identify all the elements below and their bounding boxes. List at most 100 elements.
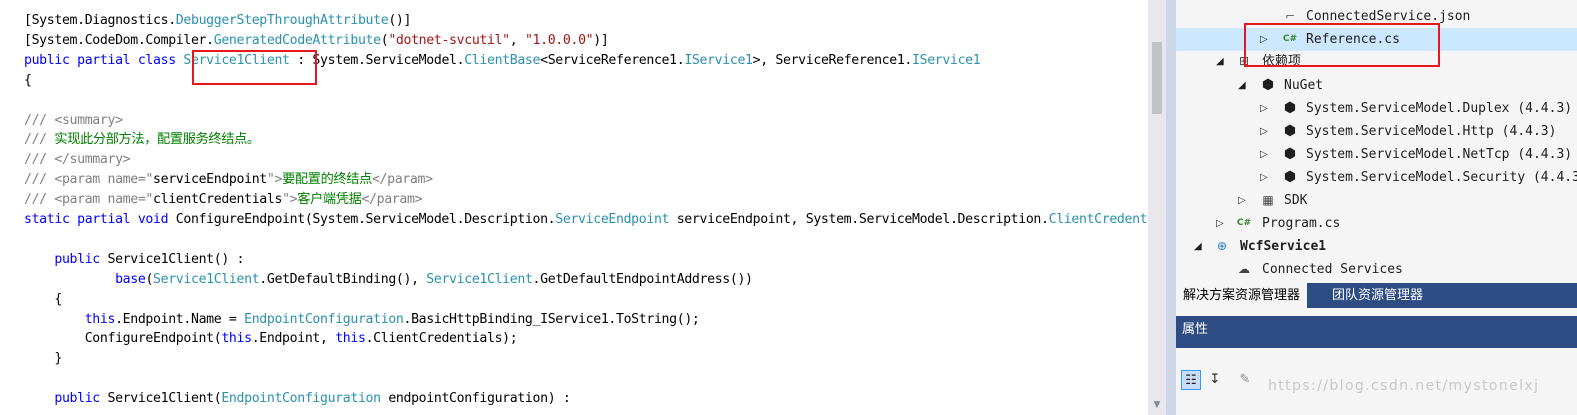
collapsed-arrow-icon[interactable]: ▷ [1260, 143, 1268, 166]
code-token: IService1 [912, 52, 981, 68]
code-token: ClientBase [464, 52, 541, 68]
collapsed-arrow-icon[interactable]: ▷ [1260, 166, 1268, 189]
code-token: EndpointConfiguration [244, 311, 404, 327]
expanded-arrow-icon[interactable]: ◢ [1194, 235, 1202, 258]
code-token: 实现此分部方法，配置服务终结点。 [54, 132, 260, 148]
tree-item[interactable]: ▷ ⬢ System.ServiceModel.Duplex (4.4.3) [1176, 97, 1577, 120]
nuget-package-icon: ⬢ [1283, 146, 1297, 162]
code-token: this [335, 331, 366, 347]
code-token: IService1 [684, 52, 753, 68]
scroll-down-arrow-icon[interactable]: ▼ [1150, 398, 1164, 412]
tab-team-explorer[interactable]: 团队资源管理器 [1325, 283, 1430, 308]
code-token: public partial class [24, 52, 184, 68]
editor-scroll-thumb[interactable] [1152, 42, 1162, 114]
code-token: ( [145, 271, 154, 287]
code-token: serviceEndpoint, System.ServiceModel.Des… [669, 212, 1049, 227]
code-token: .Endpoint, [251, 331, 336, 347]
code-token: Service1Client( [107, 391, 222, 407]
code-token: /// <param name=" [24, 192, 154, 208]
code-token: static partial void [24, 212, 176, 227]
tree-item-label: System.ServiceModel.Http (4.4.3) [1306, 124, 1557, 139]
code-token: EndpointConfiguration [221, 391, 381, 407]
code-token: { [24, 72, 32, 88]
tree-item-label: System.ServiceModel.Duplex (4.4.3) [1306, 101, 1573, 116]
code-line: public Service1Client() : [24, 250, 244, 270]
nuget-package-icon: ⬢ [1283, 123, 1297, 139]
code-token: base [115, 271, 146, 287]
code-token: , [509, 32, 525, 48]
code-line: [System.Diagnostics.DebuggerStepThroughA… [24, 11, 411, 31]
explorer-tab-strip: 解决方案资源管理器 团队资源管理器 [1176, 283, 1577, 308]
collapsed-arrow-icon[interactable]: ▷ [1260, 97, 1268, 120]
code-line: /// <param name="serviceEndpoint">要配置的终结… [24, 170, 433, 190]
tree-item[interactable]: ☁ Connected Services [1176, 258, 1577, 281]
nuget-package-icon: ⬢ [1283, 100, 1297, 116]
code-line: /// 实现此分部方法，配置服务终结点。 [24, 130, 260, 150]
nuget-package-icon: ⬢ [1283, 169, 1297, 185]
tree-item-label: System.ServiceModel.NetTcp (4.4.3) [1306, 147, 1573, 162]
alphabetical-sort-icon[interactable]: ↧ [1205, 370, 1225, 390]
tree-item-label: NuGet [1284, 78, 1324, 93]
tree-item-label: WcfService1 [1240, 239, 1327, 254]
code-token: System.Diagnostics. [31, 13, 177, 28]
code-token: "> [266, 172, 283, 188]
code-token: } [24, 351, 62, 367]
code-line: static partial void ConfigureEndpoint(Sy… [24, 210, 1148, 230]
code-token: Service1Client [153, 271, 260, 287]
code-token: public [54, 391, 108, 407]
code-token: .ClientCredentials); [365, 331, 518, 347]
tree-item[interactable]: ▷ ▦ SDK [1176, 189, 1577, 212]
collapsed-arrow-icon[interactable]: ▷ [1216, 212, 1224, 235]
tree-item[interactable]: ▷ ⬢ System.ServiceModel.Security (4.4.3) [1176, 166, 1577, 189]
tree-item[interactable]: ▷ ⬢ System.ServiceModel.NetTcp (4.4.3) [1176, 143, 1577, 166]
expanded-arrow-icon[interactable]: ◢ [1238, 74, 1246, 97]
tree-item[interactable]: ▷ ⬢ System.ServiceModel.Http (4.4.3) [1176, 120, 1577, 143]
tab-solution-explorer[interactable]: 解决方案资源管理器 [1176, 283, 1308, 308]
json-file-icon: ⌐ [1284, 9, 1296, 23]
code-token: <ServiceReference1. [540, 52, 685, 68]
code-token: endpointConfiguration) : [380, 391, 571, 407]
code-line: { [24, 71, 32, 91]
tree-item[interactable]: ◢ ⊕ WcfService1 [1176, 235, 1577, 258]
code-token: "dotnet-svcutil" [388, 32, 510, 48]
tree-item[interactable]: ▷ C# Program.cs [1176, 212, 1577, 235]
code-line: base(Service1Client.GetDefaultBinding(),… [24, 270, 753, 290]
code-token: /// <param name=" [24, 172, 154, 188]
tree-item-label: Connected Services [1262, 262, 1403, 277]
code-token: Service1Client [426, 271, 533, 287]
watermark-text: https://blog.csdn.net/mystonelxj [1268, 378, 1540, 394]
code-editor[interactable]: [System.Diagnostics.DebuggerStepThroughA… [0, 0, 1148, 415]
code-line: public Service1Client(EndpointConfigurat… [24, 389, 570, 409]
code-token: .BasicHttpBinding_IService1.ToString(); [403, 311, 700, 327]
code-token: .GetDefaultBinding(), [259, 271, 427, 287]
code-token: /// <summary> [24, 112, 123, 128]
properties-panel: 属性 ☷ ↧ ✎ [1176, 308, 1577, 415]
code-token: 要配置的终结点 [282, 172, 372, 188]
tree-item-label: System.ServiceModel.Security (4.4.3) [1306, 170, 1577, 185]
code-token: public [54, 251, 108, 267]
panel-splitter[interactable] [1166, 0, 1176, 415]
code-token: this [221, 331, 252, 347]
web-project-icon: ⊕ [1216, 239, 1228, 253]
code-line: public partial class Service1Client : Sy… [24, 51, 981, 71]
code-token: [System.CodeDom.Compiler. [24, 32, 214, 48]
tree-item[interactable]: ◢ ⬢ NuGet [1176, 74, 1577, 97]
expanded-arrow-icon[interactable]: ◢ [1216, 50, 1224, 73]
code-line: /// <summary> [24, 111, 123, 131]
collapsed-arrow-icon[interactable]: ▷ [1238, 189, 1246, 212]
code-token: "> [282, 192, 298, 208]
code-token: serviceEndpoint [153, 172, 267, 188]
categorized-view-icon[interactable]: ☷ [1181, 370, 1201, 390]
code-token: /// </summary> [24, 152, 131, 168]
collapsed-arrow-icon[interactable]: ▷ [1260, 120, 1268, 143]
property-pages-wrench-icon[interactable]: ✎ [1235, 370, 1255, 390]
code-token: Service1Client() : [107, 251, 245, 267]
code-line: /// </summary> [24, 150, 131, 170]
nuget-package-icon: ⬢ [1261, 77, 1275, 93]
code-line: this.Endpoint.Name = EndpointConfigurati… [24, 310, 700, 330]
code-token: { [24, 291, 62, 307]
connected-services-icon: ☁ [1238, 262, 1250, 276]
